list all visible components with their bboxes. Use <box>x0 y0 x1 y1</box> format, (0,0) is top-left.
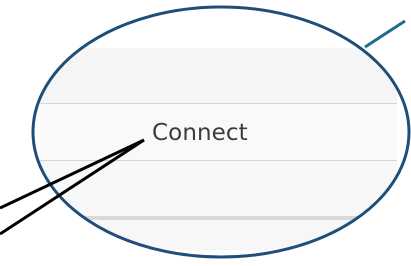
menu-separator-row <box>40 48 397 104</box>
zoom-callout: Connect <box>0 0 411 266</box>
callout-connector-line <box>364 19 406 49</box>
menu-item-empty <box>40 162 397 218</box>
menu-item-connect[interactable]: Connect <box>40 104 397 161</box>
connect-label: Connect <box>152 120 248 146</box>
context-menu-snippet: Connect <box>40 48 397 250</box>
menu-item-partial <box>40 220 397 250</box>
